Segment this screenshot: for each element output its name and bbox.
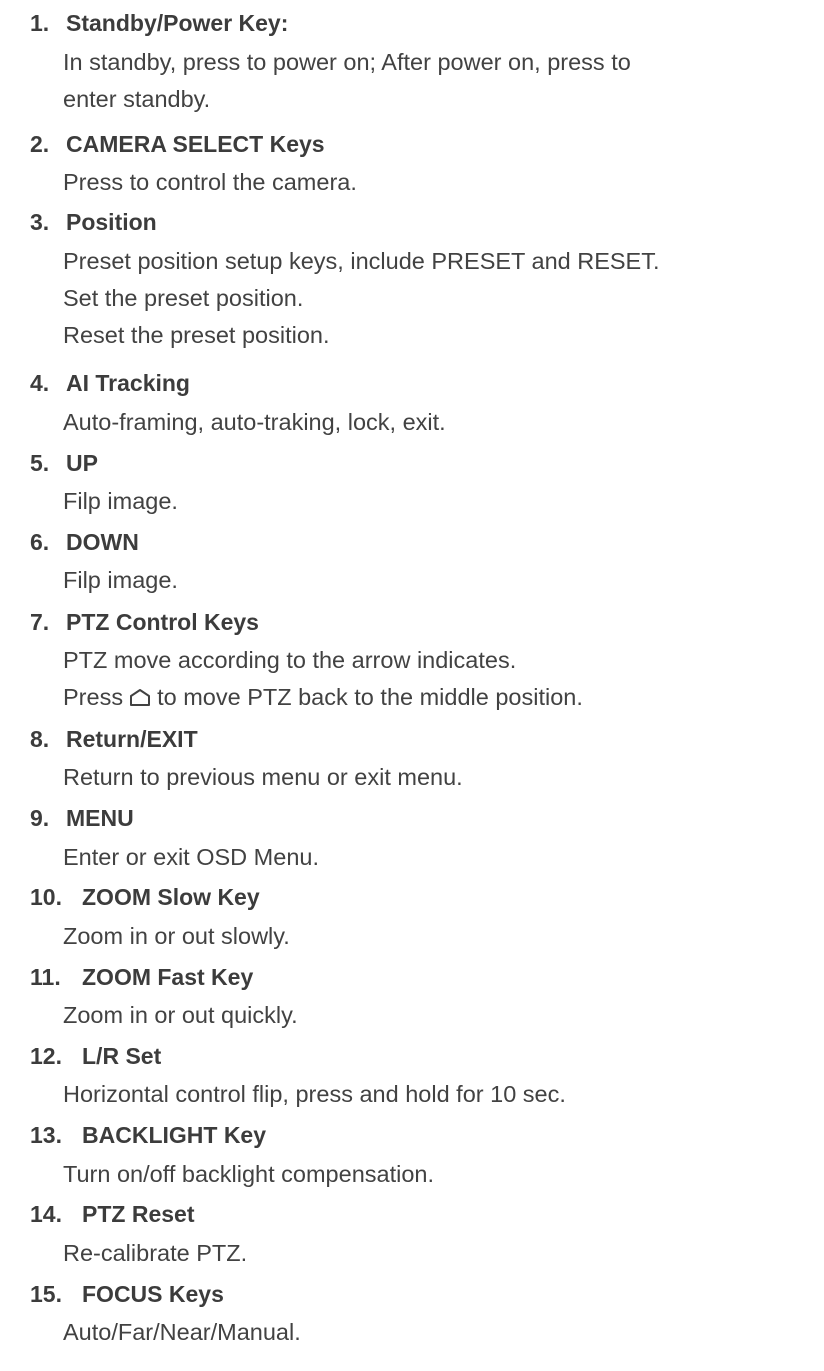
description-line: Horizontal control flip, press and hold … xyxy=(63,1081,566,1107)
description-line: Press to move PTZ back to the middle posi… xyxy=(63,679,813,716)
item-title: Return/EXIT xyxy=(66,726,198,752)
item-description: In standby, press to power on; After pow… xyxy=(63,44,813,118)
description-line: Turn on/off backlight compensation. xyxy=(63,1161,434,1187)
description-line: enter standby. xyxy=(63,86,211,112)
item-title: PTZ Control Keys xyxy=(66,609,259,635)
description-line: Auto/Far/Near/Manual. xyxy=(63,1319,301,1345)
item-title: AI Tracking xyxy=(66,370,190,396)
description-line: Zoom in or out slowly. xyxy=(63,923,290,949)
item-title: ZOOM Slow Key xyxy=(82,884,260,910)
item-description: Horizontal control flip, press and hold … xyxy=(63,1076,813,1113)
item-title: L/R Set xyxy=(82,1043,162,1069)
item-number: 15. xyxy=(30,1281,62,1307)
description-line: Filp image. xyxy=(63,567,178,593)
item-number: 12. xyxy=(30,1043,62,1069)
item-description: Preset position setup keys, include PRES… xyxy=(63,243,813,354)
item-description: Filp image. xyxy=(63,562,813,599)
item-title: Position xyxy=(66,209,157,235)
item-number: 3. xyxy=(30,209,50,235)
item-description: Auto-framing, auto-traking, lock, exit. xyxy=(63,404,813,441)
item-title: UP xyxy=(66,450,98,476)
item-description: Press to control the camera. xyxy=(63,164,813,201)
item-number: 14. xyxy=(30,1201,62,1227)
description-line: Enter or exit OSD Menu. xyxy=(63,844,319,870)
item-number: 11. xyxy=(30,964,61,990)
description-line: Set the preset position. xyxy=(63,285,304,311)
description-line: Return to previous menu or exit menu. xyxy=(63,764,463,790)
description-line: Reset the preset position. xyxy=(63,322,330,348)
item-title: MENU xyxy=(66,805,134,831)
description-line: Re-calibrate PTZ. xyxy=(63,1240,248,1266)
home-icon xyxy=(130,688,151,706)
item-description: Zoom in or out quickly. xyxy=(63,997,813,1034)
description-text: to move PTZ back to the middle position. xyxy=(157,684,583,710)
item-title: Standby/Power Key: xyxy=(66,10,289,36)
description-line: Press to control the camera. xyxy=(63,169,357,195)
description-text: Press xyxy=(63,684,124,710)
item-description: Enter or exit OSD Menu. xyxy=(63,839,813,876)
item-number: 5. xyxy=(30,450,50,476)
item-title: DOWN xyxy=(66,529,139,555)
item-title: ZOOM Fast Key xyxy=(82,964,254,990)
item-number: 4. xyxy=(30,370,50,396)
item-number: 13. xyxy=(30,1122,62,1148)
item-number: 9. xyxy=(30,805,50,831)
item-number: 8. xyxy=(30,726,50,752)
item-number: 10. xyxy=(30,884,62,910)
item-description: Auto/Far/Near/Manual. xyxy=(63,1314,813,1351)
item-number: 7. xyxy=(30,609,50,635)
description-line: Filp image. xyxy=(63,488,178,514)
item-title: BACKLIGHT Key xyxy=(82,1122,267,1148)
item-number: 6. xyxy=(30,529,50,555)
item-description: Turn on/off backlight compensation. xyxy=(63,1156,813,1193)
item-description: PTZ move according to the arrow indicate… xyxy=(63,642,813,716)
item-title: FOCUS Keys xyxy=(82,1281,224,1307)
item-number: 2. xyxy=(30,131,50,157)
item-title: PTZ Reset xyxy=(82,1201,195,1227)
item-description: Filp image. xyxy=(63,483,813,520)
item-title: CAMERA SELECT Keys xyxy=(66,131,325,157)
description-line: PTZ move according to the arrow indicate… xyxy=(63,647,517,673)
description-line: Zoom in or out quickly. xyxy=(63,1002,298,1028)
item-description: Zoom in or out slowly. xyxy=(63,918,813,955)
description-line: Auto-framing, auto-traking, lock, exit. xyxy=(63,409,446,435)
item-number: 1. xyxy=(30,10,50,36)
description-line: Preset position setup keys, include PRES… xyxy=(63,248,660,274)
item-description: Re-calibrate PTZ. xyxy=(63,1235,813,1272)
description-line: In standby, press to power on; After pow… xyxy=(63,49,631,75)
item-description: Return to previous menu or exit menu. xyxy=(63,759,813,796)
